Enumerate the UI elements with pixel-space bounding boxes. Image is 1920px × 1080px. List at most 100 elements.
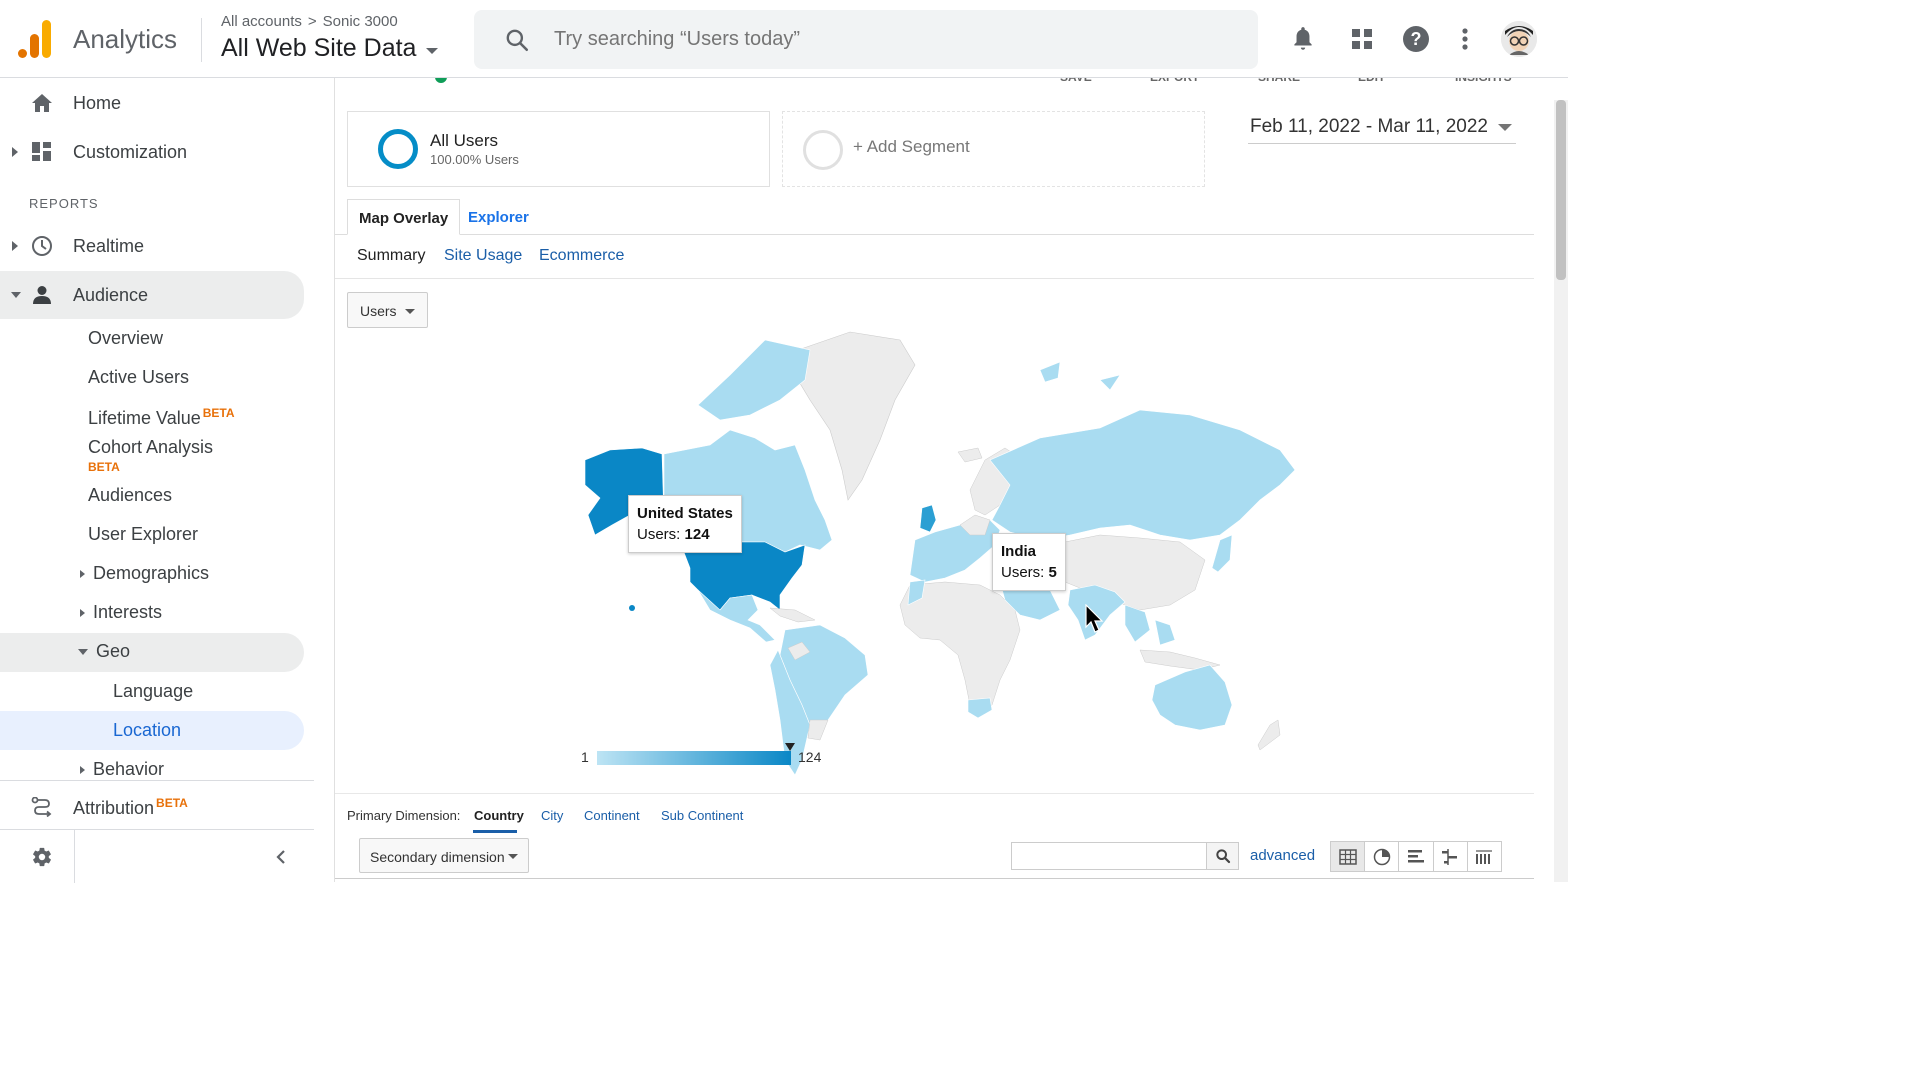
search-bar[interactable]	[474, 10, 1258, 69]
sidebar-item-cohort-analysis[interactable]: Cohort Analysis BETA	[88, 438, 213, 476]
sidebar-item-interests[interactable]: Interests	[80, 602, 162, 623]
subtab-site-usage[interactable]: Site Usage	[444, 247, 522, 265]
secondary-dimension-label: Secondary dimension	[370, 849, 505, 865]
sidebar-item-audience[interactable]: Audience	[0, 275, 304, 315]
region-greenland[interactable]	[794, 331, 916, 501]
settings-gear-icon[interactable]	[31, 846, 53, 868]
sidebar-item-overview[interactable]: Overview	[88, 328, 163, 349]
region-south-africa[interactable]	[967, 697, 993, 719]
property-name[interactable]: All Web Site Data	[221, 34, 416, 63]
search-input[interactable]	[552, 27, 1172, 52]
date-range-picker[interactable]: Feb 11, 2022 - Mar 11, 2022	[1248, 112, 1516, 144]
region-united-kingdom[interactable]	[919, 504, 937, 533]
subtab-summary[interactable]: Summary	[357, 247, 425, 265]
beta-badge: BETA	[88, 460, 120, 474]
sidebar-item-attribution[interactable]: Attribution BETA	[0, 787, 314, 827]
region-iceland[interactable]	[957, 447, 983, 463]
view-data-table-icon[interactable]	[1331, 842, 1366, 871]
region-africa[interactable]	[899, 581, 1021, 716]
property-selector[interactable]: All Web Site Data	[221, 34, 439, 63]
sidebar-item-language[interactable]: Language	[113, 681, 193, 702]
table-top-border	[335, 878, 1534, 882]
view-term-cloud-icon[interactable]	[1467, 842, 1502, 871]
sidebar-item-lifetime-value[interactable]: Lifetime Value BETA	[88, 406, 235, 429]
add-segment-button[interactable]: + Add Segment	[782, 111, 1205, 187]
table-filter-input[interactable]	[1011, 842, 1207, 870]
help-icon[interactable]: ?	[1401, 24, 1431, 54]
segment-circle-icon	[378, 129, 418, 169]
sidebar-item-realtime[interactable]: Realtime	[0, 226, 314, 266]
region-caribbean[interactable]	[769, 607, 816, 623]
sidebar-item-demographics[interactable]: Demographics	[80, 563, 209, 584]
more-vert-icon[interactable]	[1450, 24, 1480, 54]
region-japan[interactable]	[1211, 534, 1233, 573]
region-hawaii[interactable]	[629, 605, 635, 611]
sidebar-nav: Home Customization REPORTS Realtime Audi…	[0, 78, 314, 883]
collapse-sidebar-chevron-icon[interactable]	[274, 849, 288, 865]
sidebar-item-geo[interactable]: Geo	[78, 641, 130, 662]
dashboard-icon	[30, 140, 54, 164]
breadcrumb-account[interactable]: Sonic 3000	[323, 13, 398, 30]
sidebar-item-audiences[interactable]: Audiences	[88, 485, 172, 506]
region-southeast-asia[interactable]	[1124, 604, 1176, 646]
attribution-label: Attribution	[73, 797, 155, 818]
avatar[interactable]	[1501, 21, 1537, 57]
secondary-dimension-dropdown[interactable]: Secondary dimension	[359, 838, 529, 873]
sidebar-item-label: Realtime	[73, 235, 145, 256]
tooltip-india: India Users: 5	[992, 533, 1066, 591]
advanced-filter-link[interactable]: advanced	[1250, 847, 1315, 864]
metric-label: Users	[360, 303, 397, 319]
view-comparison-icon[interactable]	[1433, 842, 1468, 871]
region-new-zealand[interactable]	[1257, 719, 1281, 751]
expand-arrow-icon	[80, 766, 85, 775]
svg-text:?: ?	[1411, 29, 1422, 49]
analytics-logo[interactable]	[18, 20, 52, 58]
collapse-arrow-icon	[78, 649, 88, 656]
region-australia[interactable]	[1151, 664, 1233, 731]
notifications-bell-icon[interactable]	[1288, 24, 1318, 54]
expand-arrow-icon	[80, 609, 85, 618]
table-search-button[interactable]	[1207, 842, 1239, 870]
primary-dimension-label: Primary Dimension:	[347, 808, 461, 823]
clock-icon	[30, 234, 54, 258]
metric-group-tabs: Summary Site Usage Ecommerce	[335, 236, 1534, 279]
dimension-sub-continent[interactable]: Sub Continent	[661, 808, 743, 823]
beta-badge: BETA	[156, 795, 188, 810]
tooltip-metric-label: Users:	[1001, 564, 1045, 581]
region-russia[interactable]	[989, 409, 1296, 541]
chevron-down-icon	[426, 47, 439, 54]
view-performance-icon[interactable]	[1399, 842, 1434, 871]
segment-all-users[interactable]: All Users 100.00% Users	[347, 111, 770, 187]
sidebar-item-location[interactable]: Location	[113, 720, 181, 741]
dimension-country[interactable]: Country	[474, 808, 524, 823]
add-segment-label: + Add Segment	[853, 137, 970, 156]
sidebar-item-active-users[interactable]: Active Users	[88, 367, 189, 388]
scrollbar[interactable]	[1554, 100, 1568, 882]
sidebar-item-customization[interactable]: Customization	[0, 132, 314, 172]
mouse-cursor-icon	[1085, 604, 1104, 633]
metric-dropdown[interactable]: Users	[347, 292, 428, 328]
sidebar-item-user-explorer[interactable]: User Explorer	[88, 524, 198, 545]
sidebar-item-behavior[interactable]: Behavior	[80, 759, 164, 780]
chevron-down-icon	[405, 309, 415, 314]
subtab-ecommerce[interactable]: Ecommerce	[539, 247, 624, 265]
scrollbar-thumb[interactable]	[1556, 100, 1566, 280]
sidebar-item-label: Cohort Analysis	[88, 437, 214, 457]
view-pie-chart-icon[interactable]	[1365, 842, 1400, 871]
dimension-continent[interactable]: Continent	[584, 808, 640, 823]
sidebar-item-home[interactable]: Home	[0, 83, 314, 123]
tab-map-overlay[interactable]: Map Overlay	[347, 199, 461, 235]
sidebar-item-label: Customization	[73, 141, 188, 162]
dimension-city[interactable]: City	[541, 808, 563, 823]
reports-heading: REPORTS	[29, 196, 99, 211]
expand-arrow-icon	[12, 241, 18, 251]
account-breadcrumb[interactable]: All accounts > Sonic 3000	[221, 13, 398, 30]
region-canada-islands[interactable]	[697, 339, 811, 421]
person-icon	[30, 283, 54, 307]
tab-explorer[interactable]: Explorer	[457, 199, 540, 235]
search-icon	[1215, 849, 1230, 864]
apps-grid-icon[interactable]	[1347, 24, 1377, 54]
region-russia-islands[interactable]	[1039, 361, 1121, 391]
breadcrumb-root[interactable]: All accounts	[221, 13, 302, 30]
date-range-label: Feb 11, 2022 - Mar 11, 2022	[1250, 116, 1489, 137]
